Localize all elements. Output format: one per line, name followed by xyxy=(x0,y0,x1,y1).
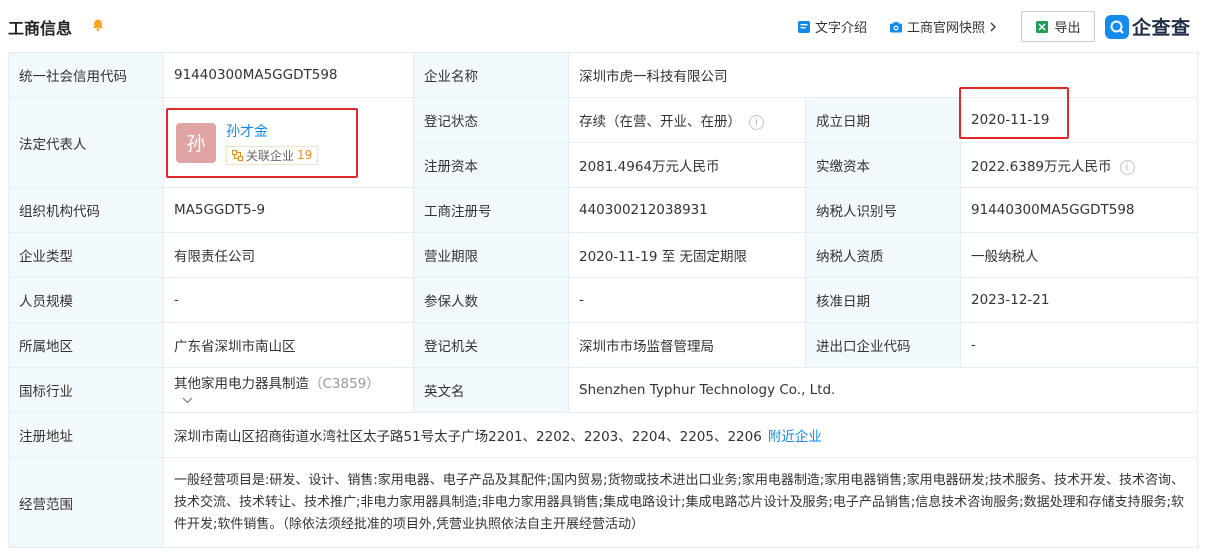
taxpayer-qual-label: 纳税人资质 xyxy=(805,232,961,278)
paid-capital-label: 实缴资本 xyxy=(805,142,961,188)
industry-value: 其他家用电力器具制造 xyxy=(174,376,309,392)
camera-icon xyxy=(890,21,902,32)
staff-size-value: - xyxy=(163,277,414,323)
logo-text: 企查查 xyxy=(1132,17,1191,39)
biz-reg-no-value: 440300212038931 xyxy=(568,187,806,233)
bell-icon[interactable] xyxy=(91,18,105,32)
legal-rep-label: 法定代表人 xyxy=(8,97,164,188)
paid-capital-cell: 2022.6389万元人民币 i xyxy=(960,142,1198,188)
industry-code: （C3859） xyxy=(309,376,380,392)
scope-value: 一般经营项目是:研发、设计、销售:家用电器、电子产品及其配件;国内贸易;货物或技… xyxy=(163,457,1198,548)
table-row: 国标行业 其他家用电力器具制造（C3859） 英文名 Shenzhen Typh… xyxy=(8,367,1198,413)
export-label: 导出 xyxy=(1054,21,1081,36)
table-row: 人员规模 - 参保人数 - 核准日期 2023-12-21 xyxy=(8,277,1198,323)
section-header: 工商信息 文字介绍 工商官网快照 导出 企查查 xyxy=(0,0,1206,52)
address-value: 深圳市南山区招商街道水湾社区太子路51号太子广场2201、2202、2203、2… xyxy=(174,429,762,445)
company-name-label: 企业名称 xyxy=(413,52,569,98)
reg-authority-value: 深圳市市场监督管理局 xyxy=(568,322,806,368)
reg-status-value: 存续（在营、开业、在册） xyxy=(579,114,741,130)
org-code-label: 组织机构代码 xyxy=(8,187,164,233)
table-row: 组织机构代码 MA5GGDT5-9 工商注册号 440300212038931 … xyxy=(8,187,1198,233)
taxpayer-qual-value: 一般纳税人 xyxy=(960,232,1198,278)
text-intro-link[interactable]: 文字介绍 xyxy=(797,17,867,36)
section-title: 工商信息 xyxy=(8,19,73,38)
export-button[interactable]: 导出 xyxy=(1021,11,1095,42)
address-label: 注册地址 xyxy=(8,412,164,458)
taxpayer-id-value: 91440300MA5GGDT598 xyxy=(960,187,1198,233)
logo-q-icon xyxy=(1105,14,1129,39)
biz-term-value: 2020-11-19 至 无固定期限 xyxy=(568,232,806,278)
approve-date-value: 2023-12-21 xyxy=(960,277,1198,323)
scope-label: 经营范围 xyxy=(8,457,164,548)
chevron-down-icon[interactable] xyxy=(182,397,193,404)
chevron-right-icon xyxy=(990,22,996,31)
info-icon[interactable]: i xyxy=(749,114,764,130)
industry-cell[interactable]: 其他家用电力器具制造（C3859） xyxy=(163,367,414,413)
reg-authority-label: 登记机关 xyxy=(413,322,569,368)
industry-label: 国标行业 xyxy=(8,367,164,413)
org-code-value: MA5GGDT5-9 xyxy=(163,187,414,233)
approve-date-label: 核准日期 xyxy=(805,277,961,323)
taxpayer-id-label: 纳税人识别号 xyxy=(805,187,961,233)
company-type-value: 有限责任公司 xyxy=(163,232,414,278)
company-type-label: 企业类型 xyxy=(8,232,164,278)
reg-capital-value: 2081.4964万元人民币 xyxy=(568,142,806,188)
english-name-label: 英文名 xyxy=(413,367,569,413)
biz-reg-no-label: 工商注册号 xyxy=(413,187,569,233)
table-row: 所属地区 广东省深圳市南山区 登记机关 深圳市市场监督管理局 进出口企业代码 - xyxy=(8,322,1198,368)
insured-value: - xyxy=(568,277,806,323)
qichacha-logo: 企查查 xyxy=(1105,13,1191,40)
table-row: 企业类型 有限责任公司 营业期限 2020-11-19 至 无固定期限 纳税人资… xyxy=(8,232,1198,278)
nearby-companies-link[interactable]: 附近企业 xyxy=(768,429,822,445)
table-row: 经营范围 一般经营项目是:研发、设计、销售:家用电器、电子产品及其配件;国内贸易… xyxy=(8,457,1198,548)
snapshot-link[interactable]: 工商官网快照 xyxy=(889,17,997,36)
snapshot-label: 工商官网快照 xyxy=(907,21,986,36)
ie-code-label: 进出口企业代码 xyxy=(805,322,961,368)
region-label: 所属地区 xyxy=(8,322,164,368)
ie-code-value: - xyxy=(960,322,1198,368)
insured-label: 参保人数 xyxy=(413,277,569,323)
reg-status-cell: 存续（在营、开业、在册） i xyxy=(568,97,806,143)
text-intro-label: 文字介绍 xyxy=(815,21,868,36)
biz-term-label: 营业期限 xyxy=(413,232,569,278)
region-value: 广东省深圳市南山区 xyxy=(163,322,414,368)
excel-icon xyxy=(1036,20,1049,33)
info-icon[interactable]: i xyxy=(1119,159,1135,175)
est-date-highlight-box xyxy=(959,87,1069,139)
reg-status-label: 登记状态 xyxy=(413,97,569,143)
legal-rep-highlight-box xyxy=(166,108,358,178)
credit-code-value: 91440300MA5GGDT598 xyxy=(163,52,414,98)
address-cell: 深圳市南山区招商街道水湾社区太子路51号太子广场2201、2202、2203、2… xyxy=(163,412,1198,458)
table-row: 注册地址 深圳市南山区招商街道水湾社区太子路51号太子广场2201、2202、2… xyxy=(8,412,1198,458)
est-date-label: 成立日期 xyxy=(805,97,961,143)
credit-code-label: 统一社会信用代码 xyxy=(8,52,164,98)
english-name-value: Shenzhen Typhur Technology Co., Ltd. xyxy=(568,367,1198,413)
paid-capital-value: 2022.6389万元人民币 xyxy=(971,159,1112,175)
reg-capital-label: 注册资本 xyxy=(413,142,569,188)
company-name-value: 深圳市虎一科技有限公司 xyxy=(568,52,1198,98)
document-icon xyxy=(798,20,810,33)
staff-size-label: 人员规模 xyxy=(8,277,164,323)
